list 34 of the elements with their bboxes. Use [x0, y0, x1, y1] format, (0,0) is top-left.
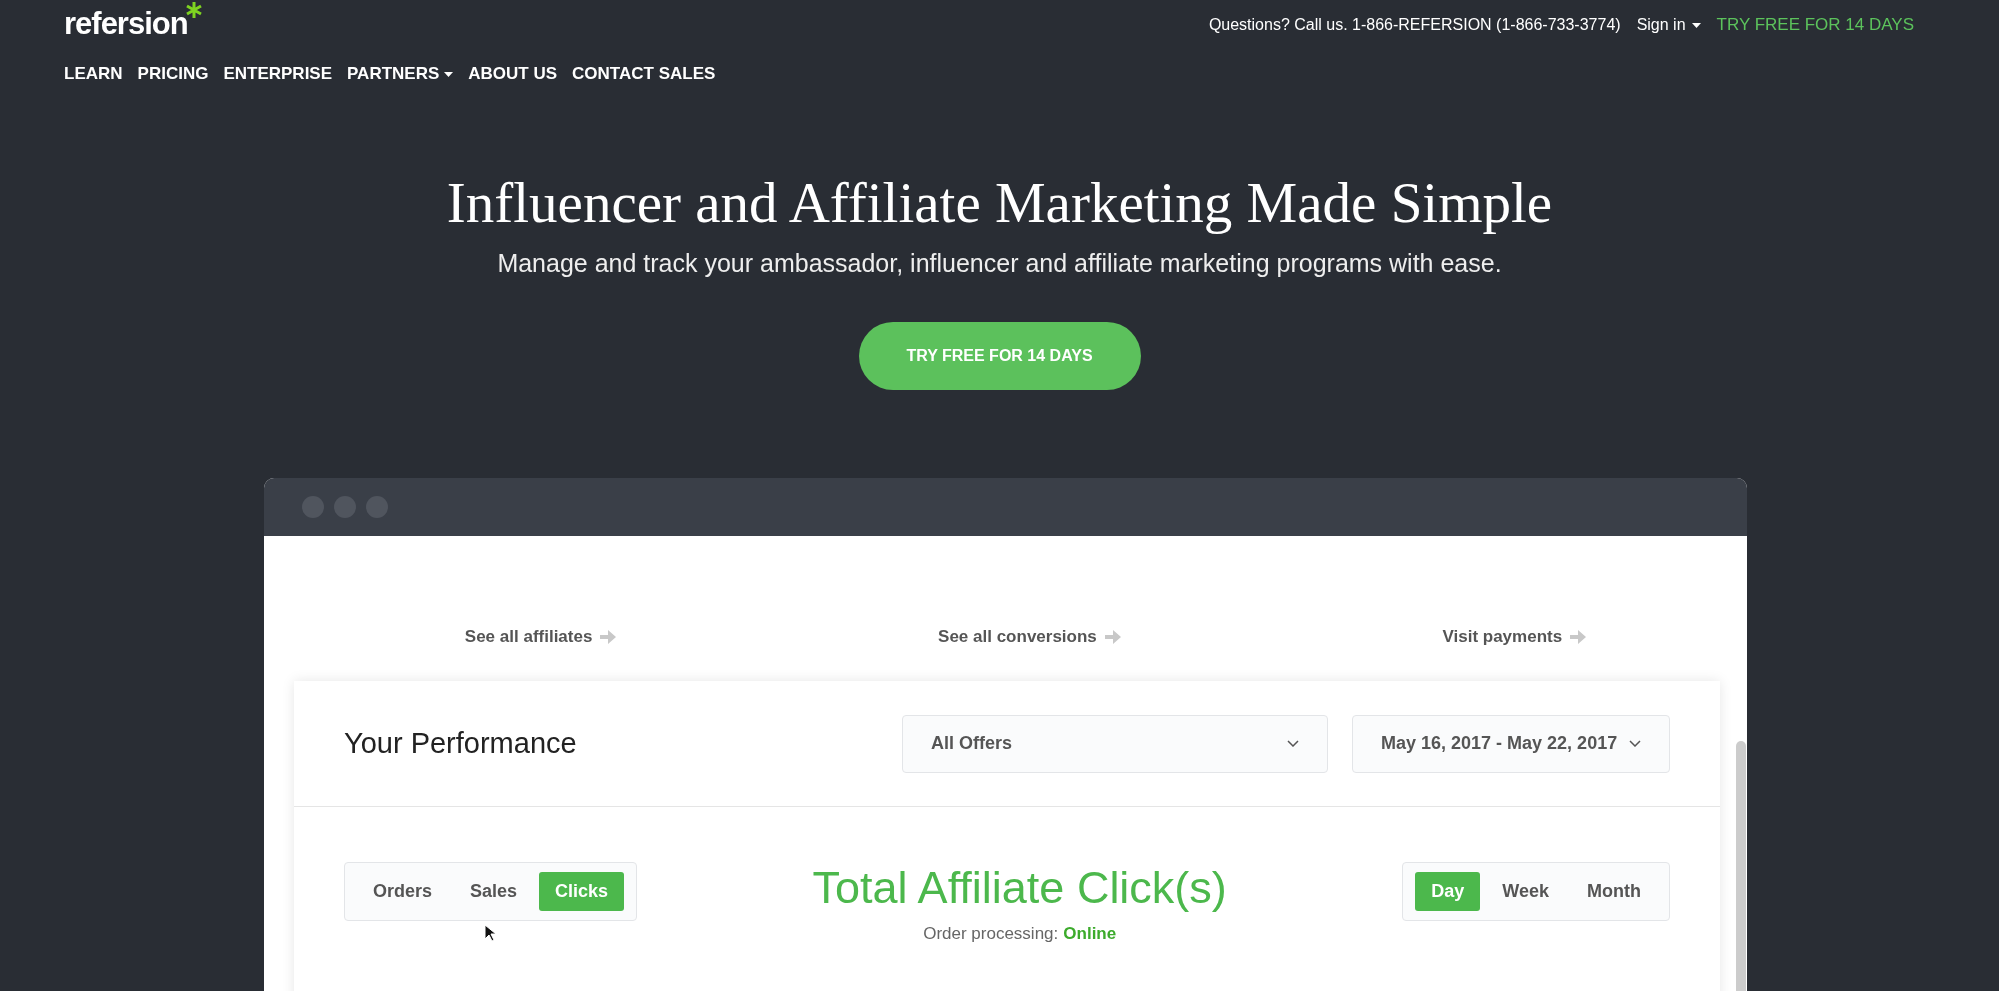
nav-link[interactable]: PARTNERS	[347, 64, 454, 84]
sign-in-link[interactable]: Sign in	[1636, 16, 1701, 34]
offer-dropdown[interactable]: All Offers	[902, 714, 1328, 773]
segment-tab[interactable]: Sales	[454, 872, 534, 911]
asterisk-icon	[185, 2, 202, 18]
status-value: Online	[1063, 924, 1117, 944]
logo[interactable]: refersion	[64, 6, 188, 41]
trial-link[interactable]: TRY FREE FOR 14 DAYS	[1716, 15, 1914, 35]
caret-icon	[444, 71, 454, 77]
dashboard-link[interactable]: See all conversions	[938, 592, 1121, 681]
chart-title: Total Affiliate Click(s)	[812, 862, 1227, 914]
nav-link[interactable]: LEARN	[64, 64, 123, 84]
dashboard-link[interactable]: Visit payments	[1442, 592, 1587, 681]
chevron-down-icon	[1629, 740, 1641, 747]
nav-link[interactable]: ENTERPRISE	[223, 64, 333, 84]
cursor-icon	[484, 924, 496, 942]
dashboard-link[interactable]: See all affiliates	[464, 592, 617, 681]
nav-link[interactable]: PRICING	[137, 64, 209, 84]
segment-tab[interactable]: Week	[1486, 872, 1565, 911]
nav-link[interactable]: ABOUT US	[468, 64, 558, 84]
segment-tab[interactable]: Month	[1571, 872, 1657, 911]
caret-icon	[1691, 22, 1701, 28]
hero-title: Influencer and Affiliate Marketing Made Simple	[445, 170, 1554, 235]
arrow-right-icon	[600, 629, 617, 644]
date-range-dropdown[interactable]: May 16, 2017 - May 22, 2017	[1352, 714, 1670, 773]
arrow-right-icon	[1104, 629, 1121, 644]
hero-subtitle: Manage and track your ambassador, influencer and affiliate marketing programs with ease.	[496, 249, 1503, 278]
segment-tab[interactable]: Orders	[357, 872, 449, 911]
card-title: Your Performance	[344, 727, 578, 760]
chevron-down-icon	[1287, 740, 1299, 747]
status-label: Order processing:	[923, 924, 1059, 944]
nav-link[interactable]: CONTACT SALES	[572, 64, 716, 84]
contact-text: Questions? Call us. 1-866-REFERSION (1-866-733-3774)	[1208, 16, 1621, 34]
arrow-right-icon	[1570, 629, 1587, 644]
